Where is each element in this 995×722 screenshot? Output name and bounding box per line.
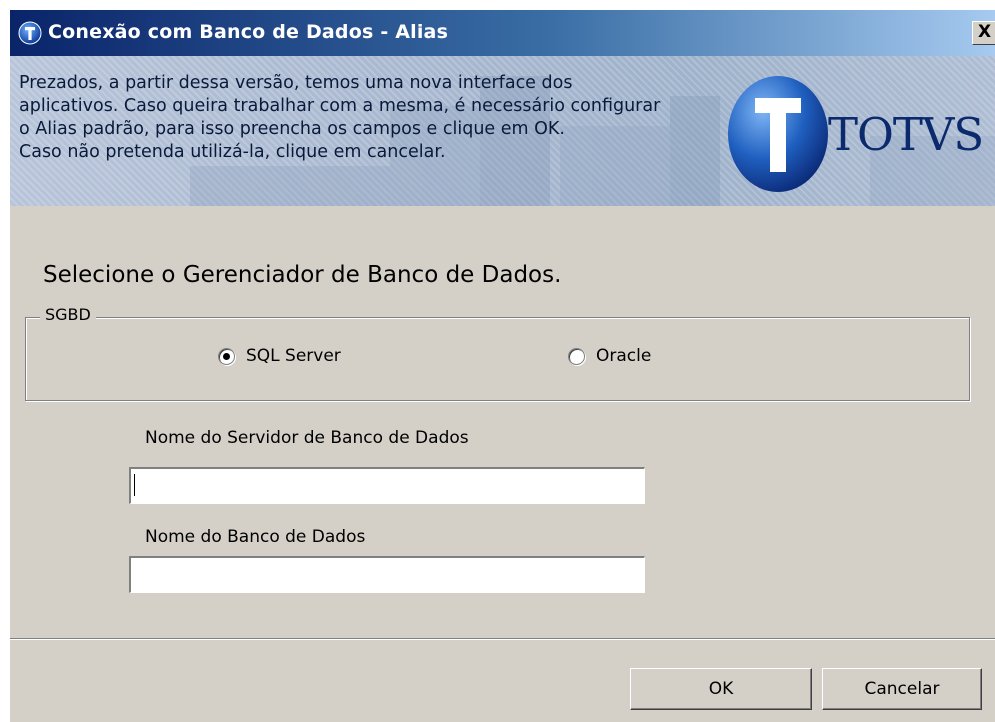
radio-sql-server[interactable]: SQL Server bbox=[218, 346, 341, 366]
cancel-button[interactable]: Cancelar bbox=[822, 668, 982, 710]
ok-button[interactable]: OK bbox=[630, 668, 812, 710]
text-caret bbox=[134, 474, 135, 496]
totvs-app-icon bbox=[18, 21, 42, 45]
banner-line: aplicativos. Caso queira trabalhar com a… bbox=[19, 96, 661, 116]
database-name-label: Nome do Banco de Dados bbox=[145, 527, 366, 547]
radio-dot-icon bbox=[223, 352, 230, 360]
radio-oracle-label: Oracle bbox=[596, 346, 652, 366]
banner-message: Prezados, a partir dessa versão, temos u… bbox=[19, 72, 739, 164]
title-bar[interactable]: Conexão com Banco de Dados - Alias X bbox=[10, 10, 995, 56]
banner-line: Caso não pretenda utilizá-la, clique em … bbox=[19, 142, 446, 162]
dialog-window: Conexão com Banco de Dados - Alias X Pre… bbox=[10, 10, 995, 722]
info-banner: Prezados, a partir dessa versão, temos u… bbox=[10, 56, 995, 206]
sgbd-group-label: SGBD bbox=[40, 305, 96, 324]
radio-unselected-icon[interactable] bbox=[568, 347, 585, 365]
footer-divider bbox=[10, 638, 995, 640]
radio-sql-server-label: SQL Server bbox=[246, 346, 341, 366]
banner-line: o Alias padrão, para isso preencha os ca… bbox=[19, 119, 565, 139]
banner-line: Prezados, a partir dessa versão, temos u… bbox=[19, 73, 573, 93]
radio-selected-icon[interactable] bbox=[218, 347, 235, 365]
window-title: Conexão com Banco de Dados - Alias bbox=[48, 21, 449, 43]
database-name-input[interactable] bbox=[129, 556, 645, 593]
close-button[interactable]: X bbox=[972, 21, 995, 45]
totvs-logo-text: TOTVS bbox=[828, 108, 984, 161]
totvs-sphere-logo bbox=[728, 76, 828, 192]
server-name-label: Nome do Servidor de Banco de Dados bbox=[145, 428, 469, 448]
radio-oracle[interactable]: Oracle bbox=[568, 346, 651, 366]
section-heading: Selecione o Gerenciador de Banco de Dado… bbox=[43, 262, 562, 288]
sgbd-groupbox bbox=[25, 317, 970, 401]
server-name-input[interactable] bbox=[129, 467, 645, 504]
